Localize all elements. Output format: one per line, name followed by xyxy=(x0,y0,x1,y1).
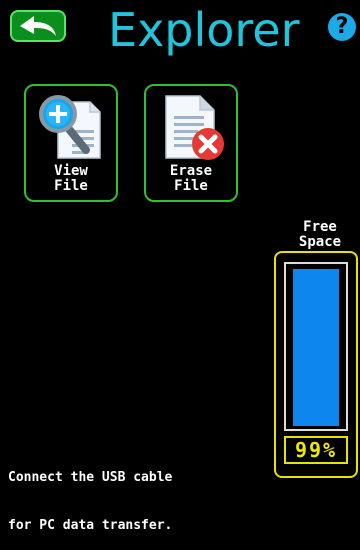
back-button[interactable] xyxy=(10,10,66,42)
free-space-percent: 99% xyxy=(284,436,348,464)
erase-file-button[interactable]: Erase File xyxy=(144,84,238,202)
view-file-label: View File xyxy=(54,163,88,194)
free-space-label: Free Space xyxy=(298,219,342,250)
gauge-frame xyxy=(284,262,348,431)
magnifier-document-icon xyxy=(39,95,101,159)
erase-document-icon xyxy=(165,95,224,160)
help-icon[interactable]: ? xyxy=(328,13,356,41)
back-arrow-icon xyxy=(20,16,56,36)
page-title: Explorer xyxy=(108,3,300,57)
erase-file-label: Erase File xyxy=(169,163,213,194)
view-file-button[interactable]: View File xyxy=(24,84,118,202)
free-space-gauge: 99% xyxy=(274,251,358,478)
usb-connect-message: Connect the USB cable for PC data transf… xyxy=(8,470,173,533)
gauge-fill-bar xyxy=(293,269,339,426)
